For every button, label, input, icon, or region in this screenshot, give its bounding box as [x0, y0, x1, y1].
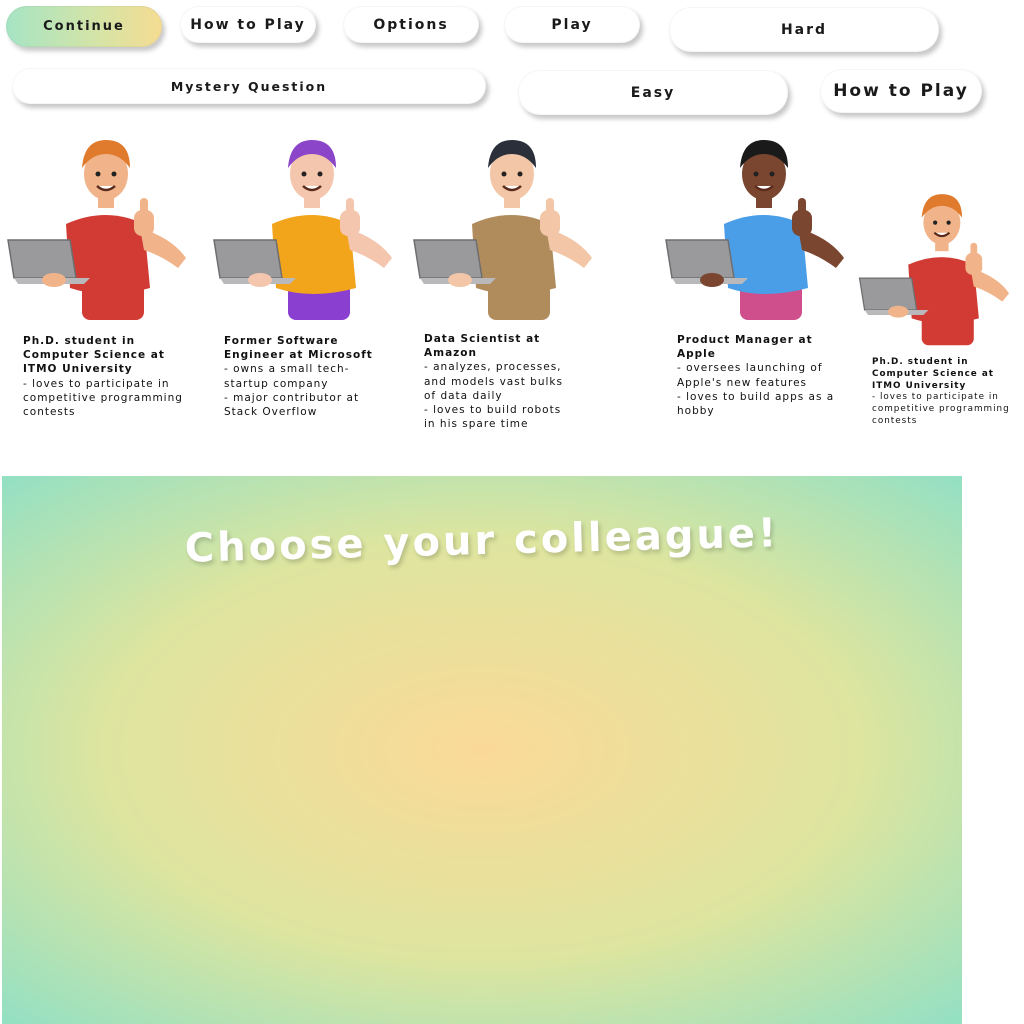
eye [517, 171, 523, 177]
smile [933, 231, 951, 238]
character-1-description: Ph.D. student in Computer Science at ITM… [23, 334, 183, 419]
play-button[interactable]: Play [504, 6, 640, 43]
eye [317, 171, 323, 177]
options-button[interactable]: Options [343, 6, 479, 43]
how-to-play-button[interactable]: How to Play [180, 6, 316, 43]
character-2[interactable] [210, 128, 400, 328]
character-3-title: Data Scientist at Amazon [424, 333, 541, 360]
character-1-title: Ph.D. student in Computer Science at ITM… [23, 335, 165, 376]
character-4-title: Product Manager at Apple [677, 334, 813, 361]
character-2-description: Former Software Engineer at Microsoft - … [224, 334, 376, 419]
continue-button[interactable]: Continue [6, 6, 162, 47]
character-3-bio: - analyzes, processes, and models vast b… [424, 361, 563, 431]
laptop-icon [858, 277, 918, 311]
character-4[interactable] [662, 128, 852, 328]
hand [248, 273, 272, 287]
smile [502, 185, 522, 192]
hand [700, 273, 724, 287]
thumb [546, 198, 554, 214]
character-4-bio: - oversees launching of Apple's new feat… [677, 362, 835, 418]
character-5-description: Ph.D. student in Computer Science at ITM… [872, 357, 1012, 428]
eye [95, 171, 101, 177]
character-3-description: Data Scientist at Amazon - analyzes, pro… [424, 332, 576, 431]
eye [301, 171, 307, 177]
smile [754, 185, 774, 192]
eye [753, 171, 759, 177]
thumb [346, 198, 354, 214]
eye [946, 220, 951, 225]
character-5[interactable] [856, 184, 1016, 352]
laptop-icon [413, 239, 483, 279]
hand [42, 273, 66, 287]
mystery-question-button[interactable]: Mystery Question [12, 68, 486, 104]
hard-button[interactable]: Hard [669, 7, 939, 52]
thumb [798, 198, 806, 214]
character-2-bio: - owns a small tech-startup company - ma… [224, 363, 360, 419]
character-3[interactable] [410, 128, 600, 328]
character-1-bio: - loves to participate in competitive pr… [23, 377, 183, 419]
character-2-title: Former Software Engineer at Microsoft [224, 335, 373, 362]
laptop-icon [665, 239, 735, 279]
character-4-description: Product Manager at Apple - oversees laun… [677, 333, 837, 418]
character-5-title: Ph.D. student in Computer Science at ITM… [872, 357, 994, 391]
smile [96, 185, 116, 192]
smile [302, 185, 322, 192]
eye [933, 220, 938, 225]
eye [501, 171, 507, 177]
hand [888, 305, 909, 318]
character-5-bio: - loves to participate in competitive pr… [872, 392, 1010, 426]
character-1[interactable] [4, 128, 194, 328]
eye [111, 171, 117, 177]
thumb [970, 242, 978, 257]
easy-button[interactable]: Easy [518, 70, 788, 115]
hand [448, 273, 472, 287]
laptop-icon [213, 239, 283, 279]
thumb [140, 198, 148, 214]
how-to-play-button-large[interactable]: How to Play [820, 69, 982, 113]
laptop-icon [7, 239, 77, 279]
eye [769, 171, 775, 177]
